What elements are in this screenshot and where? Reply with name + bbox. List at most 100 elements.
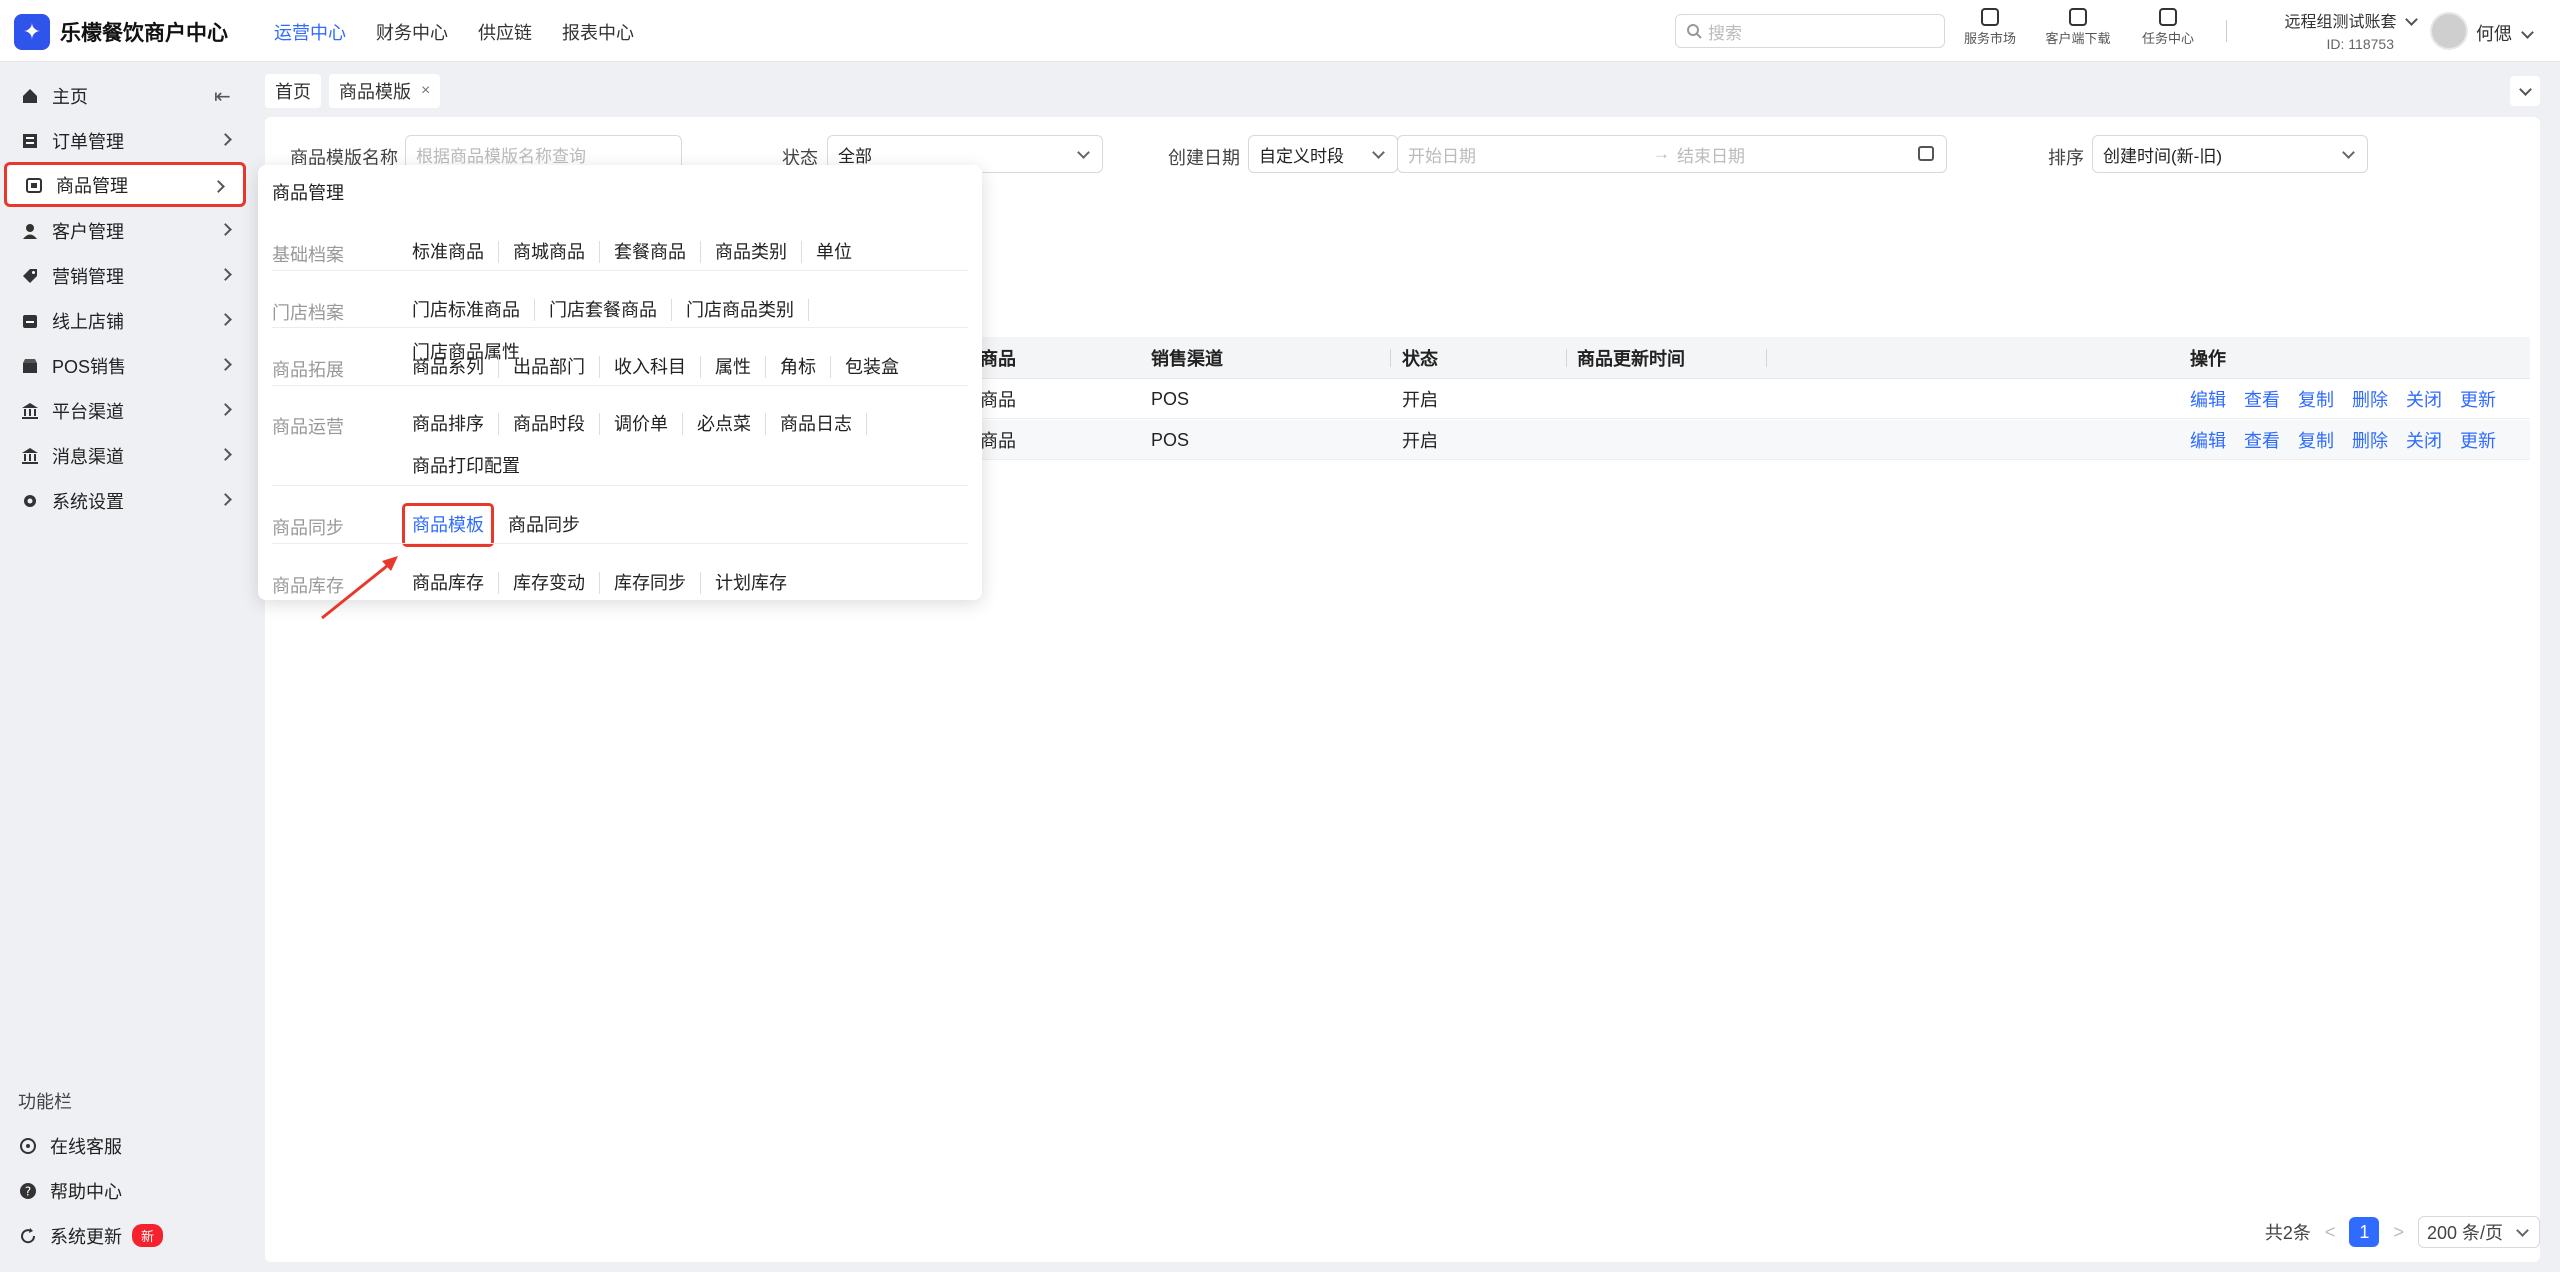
menu-item-required-dish[interactable]: 必点菜 xyxy=(697,413,766,435)
page-tabs: 首页 商品模版 × xyxy=(265,74,441,110)
chevron-right-icon xyxy=(212,180,225,193)
chevron-right-icon xyxy=(219,268,232,281)
func-system-update[interactable]: 系统更新 新 xyxy=(0,1213,250,1258)
menu-item-standard-goods[interactable]: 标准商品 xyxy=(412,241,499,263)
menu-item-income-subject[interactable]: 收入科目 xyxy=(614,356,701,378)
store-icon xyxy=(20,311,40,331)
sort-select[interactable]: 创建时间(新-旧) xyxy=(2092,135,2368,173)
menu-item-goods-inventory[interactable]: 商品库存 xyxy=(412,572,499,594)
sidebar-item-home[interactable]: 主页 xyxy=(0,73,250,118)
user-name: 何偲 xyxy=(2476,24,2512,44)
sidebar-item-message-channels[interactable]: 消息渠道 xyxy=(0,433,250,478)
account-switcher[interactable]: 远程组测试账套 ID: 118753 xyxy=(2254,8,2418,52)
sidebar-item-label: 线上店铺 xyxy=(52,311,124,332)
divider xyxy=(1766,349,1767,367)
func-item-label: 帮助中心 xyxy=(50,1181,122,1202)
menu-item-attribute[interactable]: 属性 xyxy=(715,356,766,378)
copy-link[interactable]: 复制 xyxy=(2298,427,2334,453)
tab-home[interactable]: 首页 xyxy=(265,74,321,108)
col-actions: 操作 xyxy=(2190,337,2226,379)
menu-item-corner-mark[interactable]: 角标 xyxy=(780,356,831,378)
menu-item-print-config[interactable]: 商品打印配置 xyxy=(412,455,534,477)
date-range-picker[interactable]: 开始日期 → 结束日期 xyxy=(1397,135,1947,173)
menu-item-store-combo-goods[interactable]: 门店套餐商品 xyxy=(549,299,672,321)
menu-item-goods-sync[interactable]: 商品同步 xyxy=(508,514,594,536)
sidebar-item-pos-sales[interactable]: POS销售 xyxy=(0,343,250,388)
menu-item-planned-inventory[interactable]: 计划库存 xyxy=(715,572,801,594)
chevron-down-icon xyxy=(2405,13,2418,26)
menu-item-inventory-sync[interactable]: 库存同步 xyxy=(614,572,701,594)
flyout-category: 商品同步 xyxy=(272,518,344,538)
edit-link[interactable]: 编辑 xyxy=(2190,386,2226,412)
menu-item-combo-goods[interactable]: 套餐商品 xyxy=(614,241,701,263)
delete-link[interactable]: 删除 xyxy=(2352,427,2388,453)
task-center-button[interactable]: 任务中心 xyxy=(2133,8,2203,47)
service-market-button[interactable]: 服务市场 xyxy=(1955,8,2025,47)
sidebar: ⇤ 主页 订单管理 商品管理 客户管理 营销管理 线上店铺 POS销售 平台渠道 xyxy=(0,62,250,1272)
func-help-center[interactable]: ? 帮助中心 xyxy=(0,1168,250,1213)
update-link[interactable]: 更新 xyxy=(2460,427,2496,453)
menu-item-packaging-box[interactable]: 包装盒 xyxy=(845,356,913,378)
chevron-down-icon xyxy=(1077,146,1090,159)
page-1-button[interactable]: 1 xyxy=(2349,1217,2380,1247)
sort-value: 创建时间(新-旧) xyxy=(2103,146,2222,166)
edit-link[interactable]: 编辑 xyxy=(2190,427,2226,453)
sidebar-item-goods[interactable]: 商品管理 xyxy=(4,162,246,207)
sidebar-item-online-store[interactable]: 线上店铺 xyxy=(0,298,250,343)
chevron-down-icon xyxy=(2518,82,2532,96)
flyout-group-store: 门店档案 门店标准商品 门店套餐商品 门店商品类别 门店商品属性 xyxy=(272,270,968,362)
top-nav: 运营中心 财务中心 供应链 报表中心 xyxy=(274,19,634,45)
menu-item-store-standard-goods[interactable]: 门店标准商品 xyxy=(412,299,535,321)
menu-item-price-adjustment[interactable]: 调价单 xyxy=(614,413,683,435)
next-page-button[interactable]: > xyxy=(2393,1222,2404,1243)
user-menu[interactable]: 何偲 xyxy=(2476,20,2534,46)
close-link[interactable]: 关闭 xyxy=(2406,386,2442,412)
view-link[interactable]: 查看 xyxy=(2244,386,2280,412)
divider xyxy=(2226,20,2227,42)
topnav-operations[interactable]: 运营中心 xyxy=(274,19,346,45)
sidebar-item-customers[interactable]: 客户管理 xyxy=(0,208,250,253)
topnav-supply-chain[interactable]: 供应链 xyxy=(478,19,532,45)
menu-item-store-goods-category[interactable]: 门店商品类别 xyxy=(686,299,809,321)
avatar[interactable] xyxy=(2430,12,2468,50)
flyout-group-extension: 商品拓展 商品系列 出品部门 收入科目 属性 角标 包装盒 xyxy=(272,327,968,380)
menu-item-goods-sort[interactable]: 商品排序 xyxy=(412,413,499,435)
tabs-dropdown-button[interactable] xyxy=(2510,76,2540,106)
close-icon[interactable]: × xyxy=(421,82,430,100)
copy-link[interactable]: 复制 xyxy=(2298,386,2334,412)
app-logo[interactable]: ✦ xyxy=(14,14,50,50)
update-link[interactable]: 更新 xyxy=(2460,386,2496,412)
menu-item-goods-log[interactable]: 商品日志 xyxy=(780,413,867,435)
sidebar-item-system-settings[interactable]: 系统设置 xyxy=(0,478,250,523)
sidebar-item-platform-channels[interactable]: 平台渠道 xyxy=(0,388,250,433)
pos-icon xyxy=(20,356,40,376)
page-size-select[interactable]: 200 条/页 xyxy=(2417,1216,2540,1248)
sidebar-item-marketing[interactable]: 营销管理 xyxy=(0,253,250,298)
client-download-button[interactable]: 客户端下载 xyxy=(2043,8,2113,47)
topnav-reports[interactable]: 报表中心 xyxy=(562,19,634,45)
date-mode-select[interactable]: 自定义时段 xyxy=(1248,135,1398,173)
sidebar-item-orders[interactable]: 订单管理 xyxy=(0,118,250,163)
prev-page-button[interactable]: < xyxy=(2325,1222,2336,1243)
menu-item-unit[interactable]: 单位 xyxy=(816,241,866,263)
topnav-finance[interactable]: 财务中心 xyxy=(376,19,448,45)
flyout-links: 商品系列 出品部门 收入科目 属性 角标 包装盒 xyxy=(412,356,952,378)
menu-item-goods-period[interactable]: 商品时段 xyxy=(513,413,600,435)
menu-item-goods-series[interactable]: 商品系列 xyxy=(412,356,499,378)
menu-item-mall-goods[interactable]: 商城商品 xyxy=(513,241,600,263)
delete-link[interactable]: 删除 xyxy=(2352,386,2388,412)
view-link[interactable]: 查看 xyxy=(2244,427,2280,453)
sidebar-item-label: 消息渠道 xyxy=(52,446,124,467)
page-size-value: 200 条/页 xyxy=(2426,1223,2503,1243)
tab-goods-template[interactable]: 商品模版 × xyxy=(329,74,441,108)
menu-item-inventory-change[interactable]: 库存变动 xyxy=(513,572,600,594)
menu-item-output-department[interactable]: 出品部门 xyxy=(513,356,600,378)
menu-item-goods-category[interactable]: 商品类别 xyxy=(715,241,802,263)
search-input[interactable]: 搜索 xyxy=(1675,14,1945,48)
chevron-right-icon xyxy=(219,313,232,326)
func-online-service[interactable]: 在线客服 xyxy=(0,1123,250,1168)
menu-item-goods-template[interactable]: 商品模板 xyxy=(402,503,494,547)
col-updated: 商品更新时间 xyxy=(1577,337,1767,379)
chevron-down-icon xyxy=(2342,146,2355,159)
close-link[interactable]: 关闭 xyxy=(2406,427,2442,453)
